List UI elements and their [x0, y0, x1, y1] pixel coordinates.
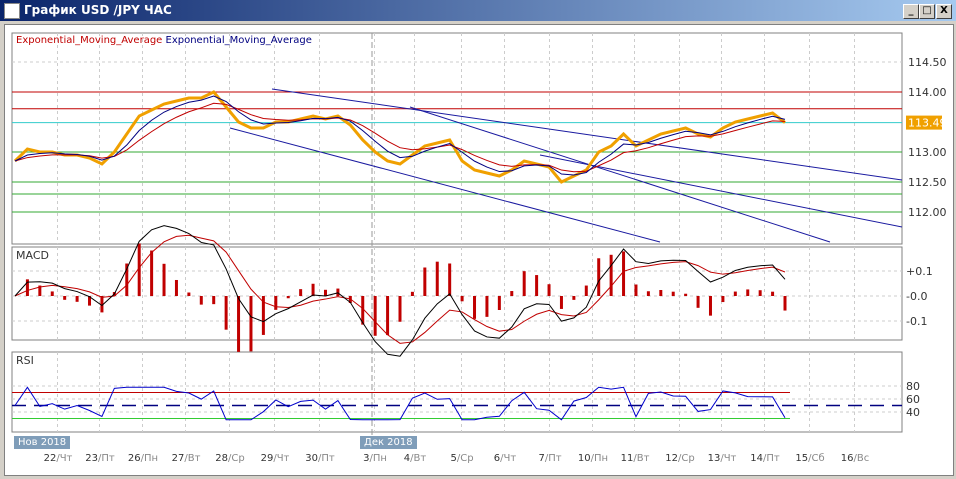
x-tick-label: 30/Пт [305, 453, 334, 464]
tick-day: 27 [171, 453, 185, 464]
tick-weekday: /Пн [369, 453, 387, 464]
x-tick-label: 15/Сб [795, 453, 824, 464]
x-tick-label: 13/Чт [708, 453, 737, 464]
tick-day: 14 [750, 453, 764, 464]
panel-1 [11, 246, 903, 341]
tick-weekday: /Пт [318, 453, 335, 464]
tick-weekday: /Пн [590, 453, 609, 464]
tick-weekday: /Ср [456, 453, 474, 464]
price-tick-label: 112.00 [908, 206, 947, 219]
x-tick-label: 7/Пт [538, 453, 561, 464]
x-tick-label: 4/Вт [404, 453, 426, 464]
current-price-label: 113.49 [908, 117, 947, 130]
x-tick-label: 16/Вс [841, 453, 869, 464]
month-label-dec: Дек 2018 [360, 436, 417, 449]
indicator-legend: Exponential_Moving_Average Exponential_M… [16, 35, 312, 46]
tick-day: 28 [215, 453, 229, 464]
tick-day: 30 [305, 453, 319, 464]
tick-day: 22 [43, 453, 57, 464]
tick-weekday: /Вт [633, 453, 650, 464]
month-label-nov: Нов 2018 [14, 436, 71, 449]
tick-weekday: /Вт [410, 453, 427, 464]
macd-tick-label: -0.1 [906, 315, 927, 328]
legend-ema-blue: Exponential_Moving_Average [165, 35, 312, 46]
tick-day: 11 [620, 453, 634, 464]
macd-tick-label: +0.1 [906, 265, 933, 278]
tick-day: 16 [840, 453, 854, 464]
x-tick-label: 14/Пт [750, 453, 779, 464]
macd-title: MACD [16, 249, 49, 262]
tick-weekday: /Чт [56, 453, 73, 464]
rsi-tick-label: 80 [906, 380, 920, 393]
tick-weekday: /Ср [228, 453, 245, 464]
tick-weekday: /Вс [853, 453, 870, 464]
tick-weekday: /Чт [500, 453, 517, 464]
tick-day: 26 [127, 453, 141, 464]
tick-day: 12 [665, 453, 679, 464]
x-tick-label: 22/Чт [44, 453, 73, 464]
x-tick-label: 12/Ср [665, 453, 694, 464]
tick-weekday: /Вт [184, 453, 201, 464]
chart-canvas[interactable]: 114.50 114.00 113.00 112.50 112.00 113.49 +0.1… [0, 0, 956, 479]
tick-day: 10 [577, 453, 591, 464]
x-tick-label: 6/Чт [494, 453, 516, 464]
rsi-tick-label: 40 [906, 406, 920, 419]
rsi-title: RSI [16, 354, 34, 367]
price-tick-label: 113.00 [908, 146, 947, 159]
x-tick-label: 5/Ср [450, 453, 473, 464]
tick-day: 13 [707, 453, 721, 464]
tick-weekday: /Чт [273, 453, 290, 464]
tick-weekday: /Пт [763, 453, 780, 464]
tick-weekday: /Сб [808, 453, 825, 464]
x-tick-label: 23/Пт [85, 453, 114, 464]
tick-weekday: /Ср [678, 453, 695, 464]
tick-day: 29 [260, 453, 274, 464]
price-tick-label: 114.50 [908, 56, 947, 69]
x-tick-label: 27/Вт [172, 453, 201, 464]
rsi-tick-label: 60 [906, 393, 920, 406]
macd-tick-label: -0.0 [906, 290, 927, 303]
tick-weekday: /Пн [140, 453, 159, 464]
x-tick-label: 29/Чт [261, 453, 290, 464]
x-tick-label: 11/Вт [621, 453, 650, 464]
price-tick-label: 112.50 [908, 176, 947, 189]
x-tick-label: 26/Пн [128, 453, 158, 464]
price-tick-label: 114.00 [908, 86, 947, 99]
legend-ema-red: Exponential_Moving_Average [16, 35, 163, 46]
x-tick-label: 28/Ср [215, 453, 244, 464]
x-tick-label: 3/Пн [363, 453, 387, 464]
tick-day: 23 [85, 453, 99, 464]
tick-day: 15 [795, 453, 809, 464]
x-tick-label: 10/Пн [578, 453, 608, 464]
tick-weekday: /Пт [98, 453, 115, 464]
tick-weekday: /Пт [544, 453, 562, 464]
tick-weekday: /Чт [720, 453, 737, 464]
